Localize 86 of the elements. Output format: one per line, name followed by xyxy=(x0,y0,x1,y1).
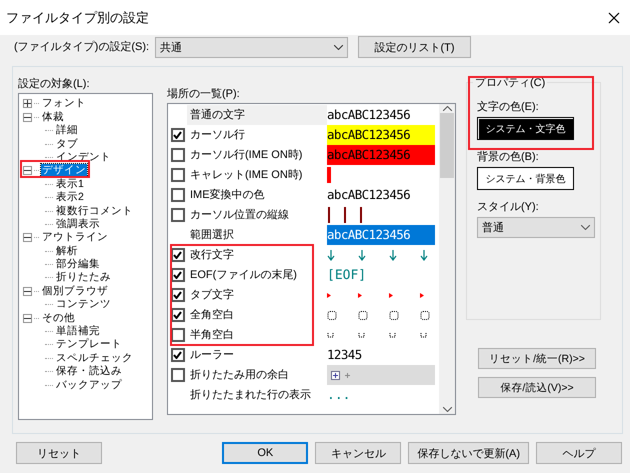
tree-item[interactable]: 解析 xyxy=(55,244,79,258)
preview-text: abcABC123456 xyxy=(327,145,435,166)
checkbox[interactable] xyxy=(170,148,184,162)
collapse-icon[interactable] xyxy=(23,233,32,242)
collapse-icon[interactable] xyxy=(23,166,32,176)
section-label: 場所の一覧(P): xyxy=(167,88,241,102)
preview-text: abcABC123456 xyxy=(327,125,435,146)
close-icon[interactable] xyxy=(608,12,620,24)
list-item[interactable]: 折りたたみ用の余白 xyxy=(190,368,289,382)
tree-item[interactable]: 保存・読込み xyxy=(55,365,123,378)
tree-item[interactable]: テンプレート xyxy=(55,338,123,352)
list-item[interactable]: カーソル行 xyxy=(190,128,245,142)
text-color-button[interactable]: システム・文字色 xyxy=(477,117,574,140)
list-item[interactable]: キャレット(IME ON時) xyxy=(190,168,302,182)
tree-item[interactable]: 単語補完 xyxy=(55,325,101,338)
scroll-up-icon[interactable] xyxy=(442,106,452,112)
fold-markers-icon xyxy=(331,370,353,380)
dialog-button[interactable]: 保存しないで更新(A) xyxy=(408,442,529,464)
vertical-lines-icon xyxy=(327,207,363,224)
tree-item[interactable]: アウトライン xyxy=(41,231,109,244)
field-label: 文字の色(E): xyxy=(477,101,540,114)
scroll-thumb[interactable] xyxy=(440,113,454,178)
expand-icon[interactable] xyxy=(23,99,32,108)
checkbox[interactable] xyxy=(170,208,184,222)
tree-item[interactable]: その他 xyxy=(41,312,76,325)
section-label: 設定の対象(L): xyxy=(18,78,90,92)
field-label: 背景の色(B): xyxy=(477,151,540,164)
background-color-button[interactable]: システム・背景色 xyxy=(477,167,574,190)
list-item[interactable]: IME変換中の色 xyxy=(190,188,265,202)
fullwidth-space-marks-icon xyxy=(327,310,431,320)
caret-preview-icon xyxy=(327,167,331,184)
list-item[interactable]: 半角空白 xyxy=(190,328,234,342)
highlight-frame xyxy=(20,160,90,178)
window-title: ファイルタイプ別の設定 xyxy=(6,8,149,27)
list-item[interactable]: 全角空白 xyxy=(190,308,234,322)
field-label: (ファイルタイプ)の設定(S): xyxy=(14,40,150,54)
preview-text: 12345 xyxy=(327,346,363,364)
tree-item[interactable]: 強調表示 xyxy=(55,218,101,231)
tree-item[interactable]: 体裁 xyxy=(41,110,65,124)
tree-item[interactable]: スペルチェック xyxy=(55,352,134,365)
tree-item[interactable]: フォント xyxy=(41,97,87,110)
checkbox[interactable] xyxy=(170,348,184,362)
chevron-down-icon xyxy=(581,225,590,230)
field-label: スタイル(Y): xyxy=(477,201,540,214)
style-dropdown[interactable]: 普通 xyxy=(477,217,595,238)
list-item[interactable]: EOF(ファイルの末尾) xyxy=(190,268,297,282)
collapse-icon[interactable] xyxy=(23,286,32,296)
side-button[interactable]: 保存/読込(V)>> xyxy=(478,377,596,398)
collapse-icon[interactable] xyxy=(23,112,32,122)
checkbox[interactable] xyxy=(170,168,184,182)
list-item[interactable]: 折りたたまれた行の表示 xyxy=(190,388,311,402)
scroll-down-icon[interactable] xyxy=(442,407,452,412)
tree-item[interactable]: デザイン xyxy=(41,164,87,178)
list-item[interactable]: ルーラー xyxy=(190,348,234,362)
collapse-icon[interactable] xyxy=(23,314,32,323)
scrollbar[interactable] xyxy=(439,104,455,414)
list-item[interactable]: カーソル位置の縦線 xyxy=(190,208,289,222)
tree-item[interactable]: バックアップ xyxy=(55,378,123,392)
tree-item[interactable]: 折りたたみ xyxy=(55,271,112,284)
list-item[interactable]: タブ文字 xyxy=(190,288,234,302)
checkbox[interactable] xyxy=(170,188,184,202)
tree-item[interactable]: 複数行コメント xyxy=(55,204,134,218)
tree-item[interactable]: コンテンツ xyxy=(55,298,112,312)
settings-list-button[interactable]: 設定のリスト(T) xyxy=(358,36,472,58)
side-button[interactable]: リセット/統一(R)>> xyxy=(478,348,596,370)
preview-text: ... xyxy=(327,388,350,403)
list-item[interactable]: 改行文字 xyxy=(190,248,234,262)
preview-text: abcABC123456 xyxy=(327,225,435,246)
dialog-button[interactable]: キャンセル xyxy=(315,442,402,464)
space-marks-icon xyxy=(327,332,429,338)
tree-item[interactable]: 表示1 xyxy=(55,178,85,191)
dialog-button[interactable]: ヘルプ xyxy=(536,442,622,464)
tree-item[interactable]: 詳細 xyxy=(55,124,79,138)
list-item[interactable]: カーソル行(IME ON時) xyxy=(190,148,302,162)
chevron-down-icon xyxy=(334,44,344,50)
tree-item[interactable]: 個別ブラウザ xyxy=(41,284,109,298)
filetype-dropdown[interactable]: 共通 xyxy=(155,36,348,58)
preview-text: [EOF] xyxy=(327,268,366,283)
checkbox[interactable] xyxy=(170,128,184,142)
reset-button[interactable]: リセット xyxy=(16,442,102,464)
tree-item[interactable]: 表示2 xyxy=(55,191,85,204)
list-item[interactable]: 範囲選択 xyxy=(190,228,234,242)
checkbox[interactable] xyxy=(170,368,184,382)
tree-item[interactable]: タブ xyxy=(55,138,79,151)
tree-item[interactable]: 部分編集 xyxy=(55,258,101,272)
dialog-button[interactable]: OK xyxy=(222,442,308,464)
